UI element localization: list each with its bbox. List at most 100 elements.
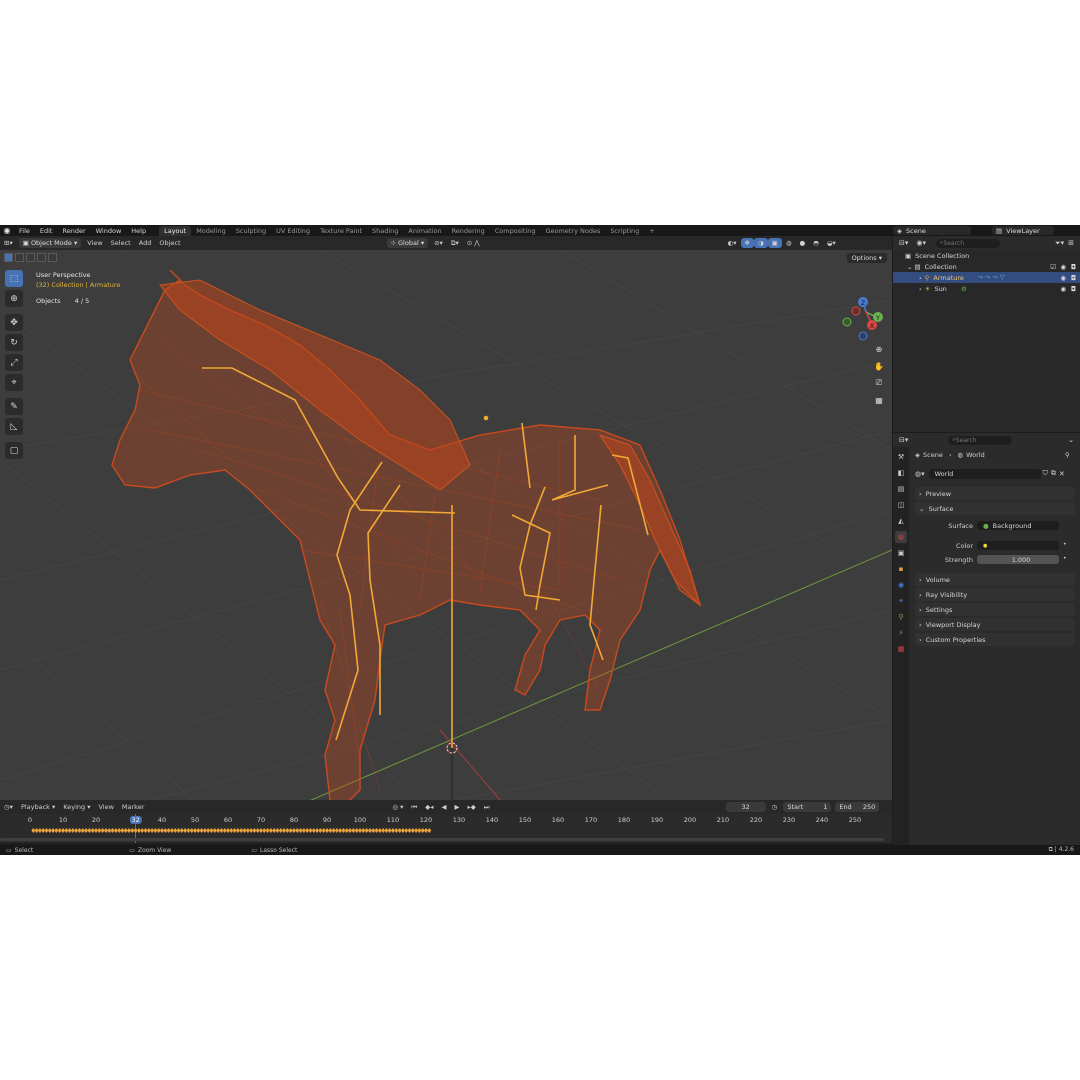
object-tab-icon[interactable]: ▪ (895, 563, 907, 575)
pin-icon[interactable]: ⚲ (1065, 451, 1070, 459)
pan-hand-icon[interactable]: ✋ (871, 359, 887, 373)
cursor-tool-icon[interactable]: ⊕ (5, 290, 23, 307)
tool-tab-icon[interactable]: ⚒ (895, 451, 907, 463)
panel-viewport-display[interactable]: › Viewport Display (915, 618, 1075, 631)
collection-checkbox-icon[interactable]: ☑ (1050, 263, 1056, 271)
transform-tool-icon[interactable]: ⌖ (5, 374, 23, 391)
collection-tab-icon[interactable]: ▣ (895, 547, 907, 559)
timeline-scrollbar[interactable] (0, 838, 884, 841)
proportional-edit-icon[interactable]: ⊙ ⋀ (463, 238, 484, 248)
bone-tab-icon[interactable]: ⚡ (895, 627, 907, 639)
world-browse-icon[interactable]: ◍▾ (915, 470, 925, 478)
tab-scripting[interactable]: Scripting (605, 226, 644, 236)
play-reverse-icon[interactable]: ◀ (438, 802, 451, 812)
world-name-field[interactable]: World (928, 468, 1041, 479)
new-collection-icon[interactable]: ⊞ (1068, 239, 1074, 247)
jump-end-icon[interactable]: ⏭ (480, 802, 494, 813)
menu-marker[interactable]: Marker (118, 802, 148, 812)
sun-eye-icon[interactable]: ◉ (1060, 285, 1066, 293)
keyframe-track[interactable] (0, 827, 892, 835)
shading-material-icon[interactable]: ◓ (809, 238, 823, 248)
tab-compositing[interactable]: Compositing (490, 226, 541, 236)
rotate-tool-icon[interactable]: ↻ (5, 334, 23, 351)
panel-volume[interactable]: › Volume (915, 573, 1075, 586)
texture-tab-icon[interactable]: ▦ (895, 643, 907, 655)
select-new-icon[interactable] (4, 253, 13, 262)
shading-solid-icon[interactable]: ● (795, 238, 809, 248)
tab-geometry-nodes[interactable]: Geometry Nodes (541, 226, 606, 236)
filter-icon[interactable]: ⏷▾ (1055, 239, 1064, 248)
menu-edit[interactable]: Edit (35, 227, 58, 235)
menu-playback[interactable]: Playback ▾ (17, 802, 59, 812)
outliner-editor-icon[interactable]: ⊟▾ (899, 239, 908, 247)
select-intersect-icon[interactable] (48, 253, 57, 262)
editor-type-icon[interactable]: ⊞▾ (0, 238, 17, 248)
expand-arrow-icon[interactable]: › (919, 285, 922, 293)
color-field[interactable]: ● (977, 541, 1059, 550)
play-icon[interactable]: ▶ (451, 802, 464, 812)
properties-options-icon[interactable]: ⌄ (1068, 436, 1074, 444)
shading-rendered-icon[interactable]: ◒▾ (823, 238, 840, 248)
unlink-icon[interactable]: ✕ (1059, 470, 1065, 478)
select-extend-icon[interactable] (15, 253, 24, 262)
tab-texture-paint[interactable]: Texture Paint (315, 226, 367, 236)
visibility-icon[interactable]: ◐▾ (724, 238, 741, 248)
fake-user-icon[interactable]: ⛉ (1043, 469, 1048, 478)
menu-select[interactable]: Select (107, 238, 135, 248)
scale-tool-icon[interactable]: ⤢ (5, 354, 23, 371)
menu-window[interactable]: Window (91, 227, 127, 235)
tab-rendering[interactable]: Rendering (447, 226, 490, 236)
add-cube-tool-icon[interactable]: ▢ (5, 442, 23, 459)
auto-key-icon[interactable]: ◎ ▾ (388, 802, 407, 812)
tab-shading[interactable]: Shading (367, 226, 403, 236)
menu-add[interactable]: Add (135, 238, 156, 248)
mode-dropdown[interactable]: ▣ Object Mode ▾ (18, 238, 82, 248)
prev-keyframe-icon[interactable]: ◆◂ (421, 802, 437, 812)
jump-start-icon[interactable]: ⏮ (407, 802, 421, 813)
collection-eye-icon[interactable]: ◉ (1060, 263, 1066, 271)
preview-range-icon[interactable]: ◷ (768, 802, 782, 812)
physics-tab-icon[interactable]: ◉ (895, 579, 907, 591)
camera-view-icon[interactable]: ⎚ (871, 376, 887, 390)
add-workspace-button[interactable]: + (644, 226, 659, 236)
panel-custom-properties[interactable]: › Custom Properties (915, 633, 1075, 646)
strength-keyframe-icon[interactable]: • (1063, 555, 1067, 562)
armature-eye-icon[interactable]: ◉ (1060, 274, 1066, 282)
view-layer-tab-icon[interactable]: ◫ (895, 499, 907, 511)
scene-selector[interactable]: ◈ Scene (893, 226, 971, 235)
collection-camera-icon[interactable]: ◘ (1071, 263, 1076, 271)
armature-data-tab-icon[interactable]: ⚲ (895, 611, 907, 623)
outliner-search-input[interactable]: ⌕ Search (936, 238, 1001, 248)
select-box-tool-icon[interactable]: ⬚ (5, 270, 23, 287)
menu-object[interactable]: Object (155, 238, 184, 248)
scene-tab-icon[interactable]: ◭ (895, 515, 907, 527)
outliner-row-scene-collection[interactable]: ▣ Scene Collection (893, 250, 1080, 261)
navigation-gizmo[interactable]: Z Y X (842, 297, 883, 341)
pivot-icon[interactable]: ⊘▾ (430, 238, 447, 248)
output-tab-icon[interactable]: ▤ (895, 483, 907, 495)
xray-toggle-icon[interactable]: ▣ (767, 238, 782, 248)
keyframe-marker[interactable] (427, 828, 432, 833)
menu-help[interactable]: Help (126, 227, 151, 235)
menu-view[interactable]: View (83, 238, 106, 248)
outliner-row-sun[interactable]: › ☀ Sun ⚙ ◉ ◘ (893, 283, 1080, 294)
outliner-row-collection[interactable]: ⌄ ▤ Collection ☑ ◉ ◘ (893, 261, 1080, 272)
blender-logo-icon[interactable]: ◉ (0, 226, 14, 235)
select-invert-icon[interactable] (37, 253, 46, 262)
next-keyframe-icon[interactable]: ▸◆ (464, 802, 480, 812)
outliner-row-armature[interactable]: › ⚲ Armature ⤳ ⤳ ⤳ ▽ ◉ ◘ (893, 272, 1080, 283)
strength-field[interactable]: 1.000 (977, 555, 1059, 564)
color-keyframe-icon[interactable]: • (1063, 541, 1067, 548)
properties-editor-icon[interactable]: ⊟▾ (899, 436, 908, 444)
3d-viewport[interactable]: Z Y X User Perspective (32) Collection |… (0, 250, 892, 823)
tab-uv-editing[interactable]: UV Editing (271, 226, 315, 236)
horse-wireframe[interactable] (111, 269, 702, 806)
expand-arrow-icon[interactable]: › (919, 274, 922, 282)
tab-modeling[interactable]: Modeling (191, 226, 231, 236)
options-button[interactable]: Options ▾ (846, 253, 887, 263)
zoom-icon[interactable]: ⊕ (871, 342, 887, 356)
render-tab-icon[interactable]: ◧ (895, 467, 907, 479)
display-mode-icon[interactable]: ◉▾ (916, 239, 926, 247)
armature-camera-icon[interactable]: ◘ (1071, 274, 1076, 282)
constraints-tab-icon[interactable]: ⚭ (895, 595, 907, 607)
